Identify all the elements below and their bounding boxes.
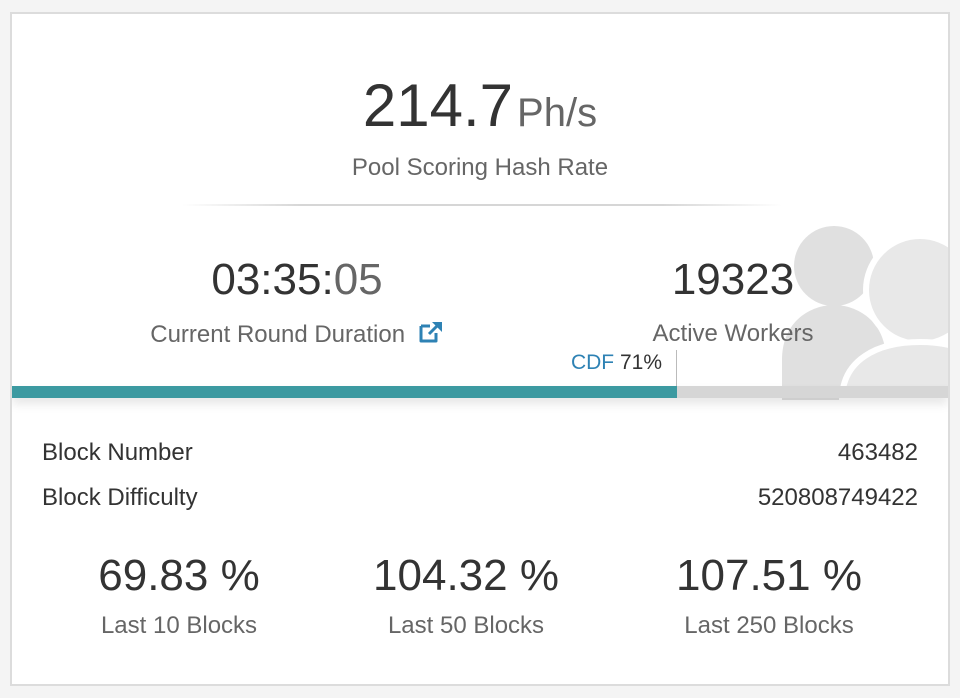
hashrate-unit: Ph/s	[517, 91, 598, 135]
luck-label: Last 250 Blocks	[684, 612, 854, 639]
luck-last-10: 69.83 % Last 10 Blocks	[29, 554, 329, 640]
luck-value: 69.83 %	[98, 551, 260, 600]
round-duration-value: 03:35:05	[132, 258, 462, 302]
cdf-progress-bar	[12, 386, 948, 398]
luck-last-250: 107.51 % Last 250 Blocks	[619, 554, 919, 640]
cdf-indicator: CDF 71%	[571, 351, 662, 375]
luck-value: 107.51 %	[676, 551, 862, 600]
hashrate-value: 214.7	[362, 72, 514, 139]
hashrate-section: 214.7 Ph/s Pool Scoring Hash Rate	[12, 76, 948, 182]
section-divider	[182, 204, 782, 206]
hashrate-label: Pool Scoring Hash Rate	[351, 154, 609, 181]
round-duration-label-row: Current Round Duration	[132, 320, 462, 349]
block-difficulty-label: Block Difficulty	[42, 484, 198, 511]
pool-stats-card: 214.7 Ph/s Pool Scoring Hash Rate 03:35:0…	[10, 12, 950, 686]
luck-label: Last 10 Blocks	[100, 612, 258, 639]
round-duration-label: Current Round Duration	[150, 321, 406, 348]
luck-last-50: 104.32 % Last 50 Blocks	[316, 554, 616, 640]
block-number-row: Block Number 463482	[42, 439, 918, 467]
round-duration-hm: 03:35:	[211, 255, 334, 304]
active-workers-value: 19323	[671, 255, 795, 304]
block-difficulty-row: Block Difficulty 520808749422	[42, 484, 918, 512]
round-duration-seconds: 05	[333, 255, 383, 304]
cdf-value: 71%	[619, 351, 662, 374]
cdf-key: CDF	[570, 351, 615, 374]
active-workers-stat: 19323 Active Workers	[622, 258, 844, 348]
hashrate-display: 214.7 Ph/s	[12, 76, 948, 136]
block-difficulty-value: 520808749422	[757, 484, 918, 511]
luck-value: 104.32 %	[373, 551, 559, 600]
block-number-value: 463482	[837, 439, 918, 466]
active-workers-label: Active Workers	[652, 320, 814, 347]
round-duration-stat: 03:35:05 Current Round Duration	[132, 258, 462, 349]
luck-label: Last 50 Blocks	[387, 612, 545, 639]
cdf-progress-fill	[12, 386, 677, 398]
block-number-label: Block Number	[42, 439, 193, 466]
external-link-icon[interactable]	[418, 320, 444, 344]
